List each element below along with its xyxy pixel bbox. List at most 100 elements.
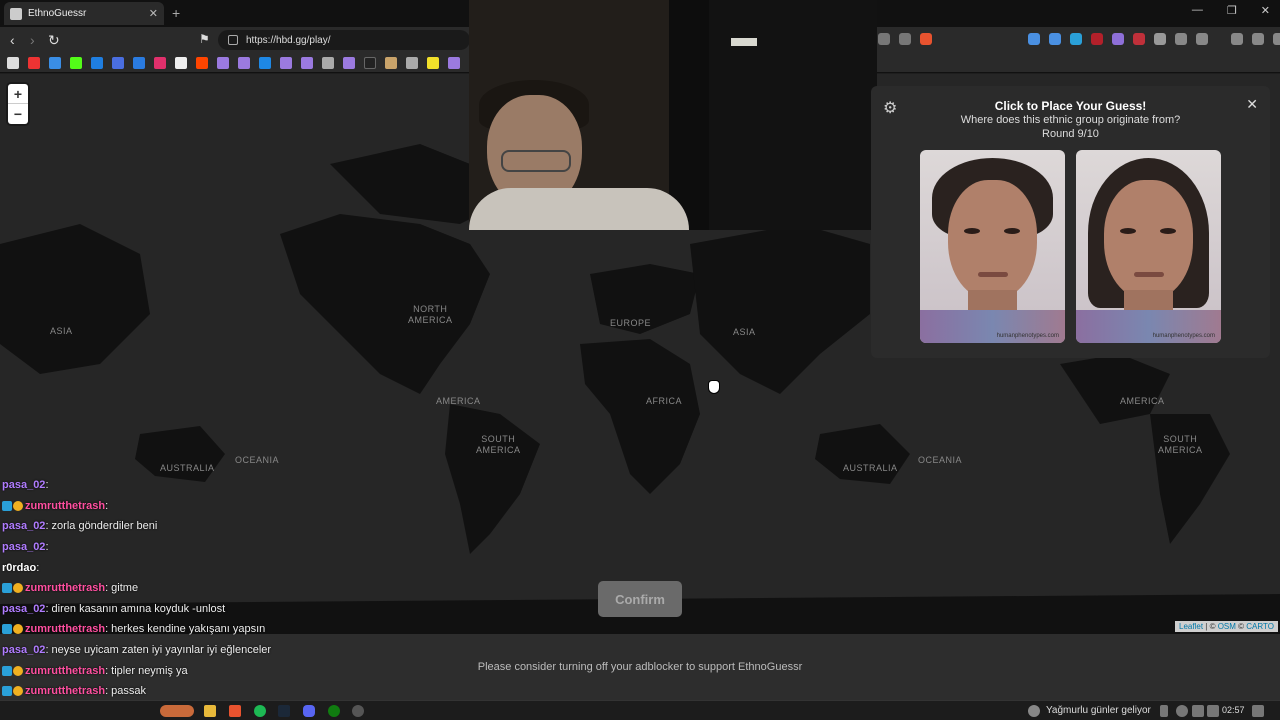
xbox-icon[interactable] xyxy=(328,705,340,717)
chat-message: zumrutthetrash: gitme xyxy=(2,578,322,599)
extension-icon[interactable] xyxy=(1070,33,1082,45)
url-bar[interactable]: https://hbd.gg/play/ xyxy=(218,30,470,50)
share-icon[interactable] xyxy=(899,33,911,45)
chat-username[interactable]: zumrutthetrash xyxy=(25,685,105,697)
steam-icon[interactable] xyxy=(278,705,290,717)
close-window-button[interactable]: ✕ xyxy=(1261,4,1270,17)
bookmark-icon[interactable] xyxy=(217,56,229,69)
carto-link[interactable]: CARTO xyxy=(1246,622,1274,631)
wallet-icon[interactable] xyxy=(1196,33,1208,45)
reload-icon[interactable]: ↻ xyxy=(48,32,60,49)
chat-text: : xyxy=(105,499,109,512)
map-label-europe: EUROPE xyxy=(610,318,652,328)
bookmark-icon[interactable] xyxy=(259,56,271,69)
map-label-asia-left: ASIA xyxy=(50,326,73,336)
bookmark-icon[interactable] xyxy=(385,56,397,69)
chat-username[interactable]: zumrutthetrash xyxy=(25,665,105,677)
guess-panel: ⚙ ✕ Click to Place Your Guess! Where doe… xyxy=(871,86,1270,358)
app-icon[interactable] xyxy=(352,705,364,717)
brave-shield-icon[interactable] xyxy=(920,33,932,45)
new-tab-button[interactable]: + xyxy=(172,5,180,21)
weather-icon xyxy=(1028,705,1040,717)
chat-text: : xyxy=(45,479,49,492)
chat-message: pasa_02: neyse uyicam zaten iyi yayınlar… xyxy=(2,640,322,661)
osm-link[interactable]: OSM xyxy=(1218,622,1236,631)
shield-icon[interactable] xyxy=(1154,33,1166,45)
face-image-female[interactable]: humanphenotypes.com xyxy=(1076,150,1221,343)
spotify-icon[interactable] xyxy=(254,705,266,717)
confirm-button[interactable]: Confirm xyxy=(598,581,682,617)
bookmark-icon[interactable] xyxy=(448,56,460,69)
face-image-male[interactable]: humanphenotypes.com xyxy=(920,150,1065,343)
zoom-out-button[interactable]: − xyxy=(8,104,28,124)
map-label-australia: AUSTRALIA xyxy=(843,463,898,473)
bookmark-icon[interactable] xyxy=(280,56,292,69)
chat-message: pasa_02: xyxy=(2,537,322,558)
bookmark-icon[interactable] xyxy=(364,56,376,69)
bookmark-icon[interactable] xyxy=(427,56,439,69)
taskbar-app-icon[interactable] xyxy=(160,705,194,717)
leaflet-link[interactable]: Leaflet xyxy=(1179,622,1203,631)
bookmark-x-icon[interactable] xyxy=(7,56,19,69)
folder-icon[interactable] xyxy=(204,705,216,717)
bookmark-icon[interactable]: ⚑ xyxy=(199,32,210,46)
maximize-button[interactable]: ❐ xyxy=(1227,4,1237,17)
chat-username[interactable]: zumrutthetrash xyxy=(25,500,105,512)
bookmark-icon[interactable] xyxy=(133,56,145,69)
extension-icon[interactable] xyxy=(1028,33,1040,45)
map-attribution: Leaflet | © OSM © CARTO xyxy=(1175,621,1278,632)
bookmark-icon[interactable] xyxy=(112,56,124,69)
ublock-icon[interactable] xyxy=(1091,33,1103,45)
volume-icon[interactable] xyxy=(1207,705,1219,717)
chat-text: : gitme xyxy=(105,582,139,595)
weather-text[interactable]: Yağmurlu günler geliyor xyxy=(1046,705,1151,716)
discord-icon[interactable] xyxy=(303,705,315,717)
extension-icon[interactable] xyxy=(1112,33,1124,45)
chat-username[interactable]: pasa_02 xyxy=(2,479,45,491)
forward-icon[interactable]: › xyxy=(30,32,35,48)
brave-icon[interactable] xyxy=(229,705,241,717)
chat-username[interactable]: pasa_02 xyxy=(2,520,45,532)
webcam-overlay xyxy=(469,0,877,230)
sidebar-icon[interactable] xyxy=(1231,33,1243,45)
chevron-up-icon[interactable] xyxy=(1160,705,1168,717)
bookmark-instagram-icon[interactable] xyxy=(154,56,166,69)
back-icon[interactable]: ‹ xyxy=(10,32,15,48)
chat-username[interactable]: zumrutthetrash xyxy=(25,582,105,594)
bookmark-icon[interactable] xyxy=(91,56,103,69)
chat-username[interactable]: pasa_02 xyxy=(2,603,45,615)
bookmark-icon[interactable] xyxy=(175,56,187,69)
subscriber-badge-icon xyxy=(2,686,12,697)
bookmark-icon[interactable] xyxy=(343,56,355,69)
extension-icon[interactable] xyxy=(1133,33,1145,45)
chat-username[interactable]: zumrutthetrash xyxy=(25,623,105,635)
clock-time[interactable]: 02:57 xyxy=(1222,705,1245,715)
chat-message: pasa_02: diren kasanın amına koyduk -unl… xyxy=(2,599,322,620)
zoom-in-button[interactable]: + xyxy=(8,84,28,104)
bookmark-icon[interactable] xyxy=(49,56,61,69)
translate-icon[interactable] xyxy=(878,33,890,45)
bookmark-reddit-icon[interactable] xyxy=(196,56,208,69)
puzzle-icon[interactable] xyxy=(1175,33,1187,45)
bookmark-youtube-icon[interactable] xyxy=(28,56,40,69)
bookmark-icon[interactable] xyxy=(406,56,418,69)
site-info-icon[interactable] xyxy=(228,35,238,45)
tab-close-icon[interactable]: ✕ xyxy=(149,7,158,20)
subscriber-badge-icon xyxy=(2,583,12,594)
chat-username[interactable]: pasa_02 xyxy=(2,644,45,656)
bookmark-icon[interactable] xyxy=(322,56,334,69)
minimize-button[interactable]: — xyxy=(1192,4,1203,17)
chat-username[interactable]: r0rdao xyxy=(2,562,36,574)
network-icon[interactable] xyxy=(1192,705,1204,717)
menu-icon[interactable] xyxy=(1273,33,1280,45)
notification-icon[interactable] xyxy=(1252,705,1264,717)
bookmark-kick-icon[interactable] xyxy=(70,56,82,69)
tray-icon[interactable] xyxy=(1176,705,1188,717)
chat-badges xyxy=(2,686,23,697)
bookmark-icon[interactable] xyxy=(238,56,250,69)
bookmark-icon[interactable] xyxy=(301,56,313,69)
chat-username[interactable]: pasa_02 xyxy=(2,541,45,553)
extension-icon[interactable] xyxy=(1049,33,1061,45)
vpn-icon[interactable] xyxy=(1252,33,1264,45)
tab-ethnoguessr[interactable]: EthnoGuessr ✕ xyxy=(4,2,164,25)
